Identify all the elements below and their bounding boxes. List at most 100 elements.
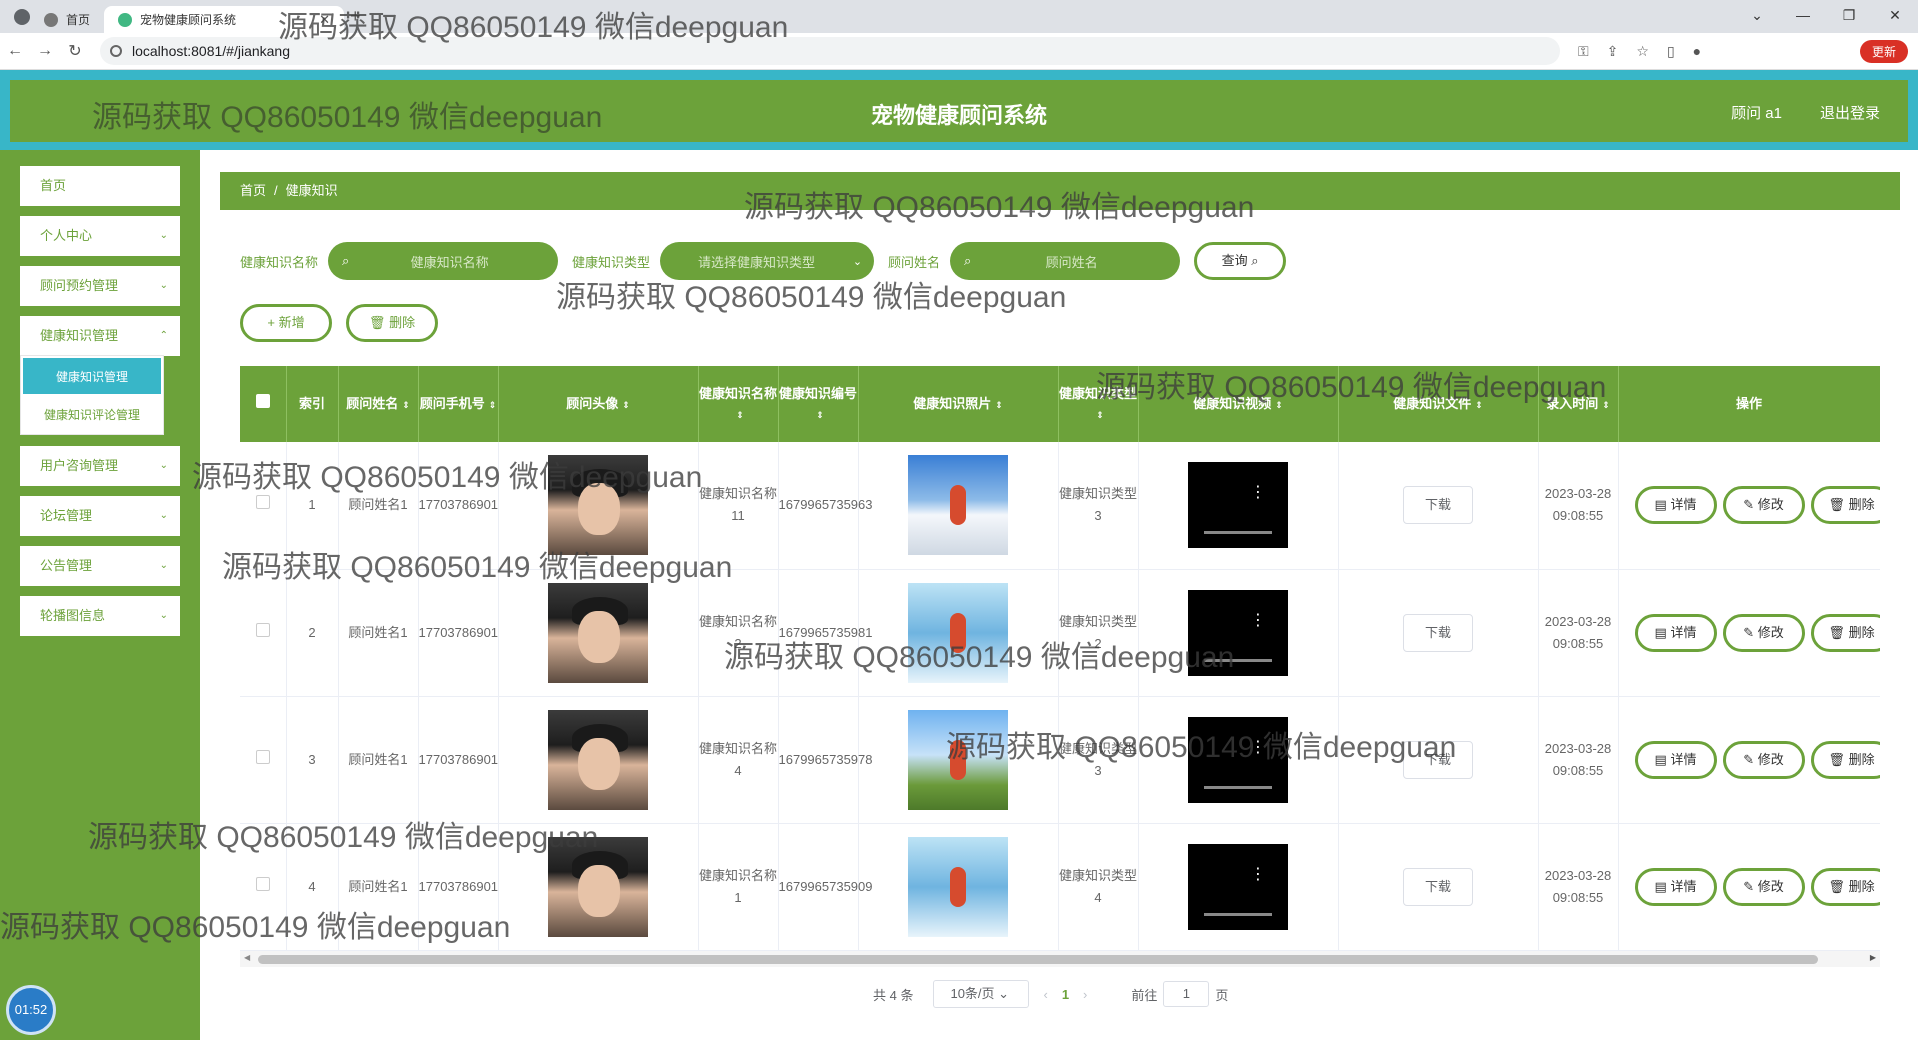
submenu-item-knowledge[interactable]: 健康知识管理 [23, 358, 161, 394]
row-delete-button[interactable]: 🗑 删除 [1810, 740, 1879, 779]
column-header[interactable]: 健康知识编号 ⇕ [778, 366, 859, 442]
column-header[interactable]: 顾问姓名 ⇕ [338, 366, 419, 442]
more-vertical-icon[interactable]: ⋮ [1250, 612, 1266, 628]
key-icon[interactable]: ⚿ [1578, 43, 1589, 60]
column-header[interactable]: 健康知识文件 ⇕ [1338, 366, 1539, 442]
sort-icon[interactable]: ⇕ [1475, 400, 1483, 410]
knowledge-photo[interactable] [908, 836, 1008, 937]
add-button[interactable]: + 新增 [240, 304, 332, 342]
sidepanel-icon[interactable]: ▯ [1667, 43, 1675, 60]
logout-link[interactable]: 退出登录 [1820, 102, 1880, 123]
delete-button[interactable]: 🗑 删除 [346, 304, 438, 342]
knowledge-photo[interactable] [908, 455, 1008, 556]
close-tab-icon[interactable]: ✕ [319, 12, 330, 28]
back-icon[interactable]: ← [0, 42, 30, 60]
sort-icon[interactable]: ⇕ [736, 410, 744, 420]
download-button[interactable]: 下载 [1403, 486, 1473, 525]
video-player[interactable]: ⋮ [1188, 462, 1288, 549]
row-checkbox[interactable] [255, 876, 270, 891]
detail-button[interactable]: ▤ 详情 [1634, 740, 1717, 779]
horizontal-scrollbar[interactable]: ◀ ▶ [240, 951, 1880, 967]
tab-search-icon[interactable]: ⌄ [1734, 0, 1780, 33]
current-page[interactable]: 1 [1062, 987, 1069, 1002]
column-header[interactable]: 健康知识类型 ⇕ [1058, 366, 1139, 442]
page-size-select[interactable]: 10条/页 ⌄ [933, 980, 1030, 1008]
column-header[interactable]: 顾问头像 ⇕ [498, 366, 699, 442]
breadcrumb-home[interactable]: 首页 [240, 183, 266, 198]
video-progress[interactable] [1204, 658, 1272, 662]
sort-icon[interactable]: ⇕ [1096, 410, 1104, 420]
column-header[interactable]: 健康知识视频 ⇕ [1138, 366, 1339, 442]
avatar[interactable] [548, 836, 648, 937]
share-icon[interactable]: ⇪ [1607, 43, 1619, 60]
more-vertical-icon[interactable]: ⋮ [1250, 739, 1266, 755]
row-checkbox[interactable] [255, 495, 270, 510]
type-select[interactable]: 请选择健康知识类型 ⌄ [660, 242, 875, 280]
url-input[interactable]: localhost:8081/#/jiankang [100, 37, 1560, 65]
user-label[interactable]: 顾问 a1 [1731, 102, 1782, 123]
browser-tab-second[interactable]: 首页 [30, 6, 104, 33]
row-delete-button[interactable]: 🗑 删除 [1810, 613, 1879, 652]
sort-icon[interactable]: ⇕ [995, 400, 1003, 410]
sidebar-item-forum[interactable]: 论坛管理 ⌄ [20, 496, 180, 536]
download-button[interactable]: 下载 [1403, 740, 1473, 779]
edit-button[interactable]: ✎ 修改 [1722, 740, 1805, 779]
row-checkbox[interactable] [255, 749, 270, 764]
sort-icon[interactable]: ⇕ [622, 400, 630, 410]
sidebar-item-notice[interactable]: 公告管理 ⌄ [20, 546, 180, 586]
scrollbar-thumb[interactable] [258, 955, 1818, 964]
video-progress[interactable] [1204, 531, 1272, 535]
browser-tab-active[interactable]: 宠物健康顾问系统 ✕ [104, 6, 345, 33]
forward-icon[interactable]: → [30, 42, 60, 60]
video-player[interactable]: ⋮ [1188, 716, 1288, 803]
name-search-input[interactable]: ⌕ 健康知识名称 [328, 242, 559, 280]
download-button[interactable]: 下载 [1403, 613, 1473, 652]
video-progress[interactable] [1204, 912, 1272, 916]
more-vertical-icon[interactable]: ⋮ [1250, 866, 1266, 882]
prev-page-icon[interactable]: ‹ [1043, 987, 1047, 1002]
sort-icon[interactable]: ⇕ [816, 410, 824, 420]
download-button[interactable]: 下载 [1403, 867, 1473, 906]
knowledge-photo[interactable] [908, 709, 1008, 810]
avatar[interactable] [548, 709, 648, 810]
sidebar-item-carousel[interactable]: 轮播图信息 ⌄ [20, 596, 180, 636]
sort-icon[interactable]: ⇕ [1275, 400, 1283, 410]
avatar[interactable] [548, 582, 648, 683]
edit-button[interactable]: ✎ 修改 [1722, 486, 1805, 525]
detail-button[interactable]: ▤ 详情 [1634, 613, 1717, 652]
bookmark-star-icon[interactable]: ☆ [1636, 43, 1649, 60]
column-header[interactable]: 录入时间 ⇕ [1538, 366, 1619, 442]
advisor-search-input[interactable]: ⌕ 顾问姓名 [950, 242, 1181, 280]
site-info-icon[interactable] [110, 45, 122, 57]
scroll-right-icon[interactable]: ▶ [1870, 953, 1876, 962]
sidebar-item-profile[interactable]: 个人中心 ⌄ [20, 216, 180, 256]
row-delete-button[interactable]: 🗑 删除 [1810, 486, 1879, 525]
select-all-checkbox[interactable] [255, 394, 270, 408]
new-tab-icon[interactable]: + [350, 6, 361, 27]
sidebar-item-consult[interactable]: 用户咨询管理 ⌄ [20, 446, 180, 486]
column-header[interactable]: 顾问手机号 ⇕ [418, 366, 499, 442]
goto-page-input[interactable]: 1 [1163, 981, 1210, 1007]
reload-icon[interactable]: ↻ [60, 41, 90, 61]
browser-menu-icon[interactable] [14, 8, 30, 25]
update-button[interactable]: 更新 [1859, 39, 1908, 63]
sidebar-item-knowledge[interactable]: 健康知识管理 ⌃ [20, 316, 180, 356]
avatar[interactable] [548, 455, 648, 556]
minimize-icon[interactable]: — [1780, 0, 1826, 33]
edit-button[interactable]: ✎ 修改 [1722, 613, 1805, 652]
sort-icon[interactable]: ⇕ [1602, 400, 1610, 410]
submenu-item-comments[interactable]: 健康知识评论管理 [21, 396, 163, 434]
sort-icon[interactable]: ⇕ [402, 400, 410, 410]
edit-button[interactable]: ✎ 修改 [1722, 867, 1805, 906]
sidebar-item-appointments[interactable]: 顾问预约管理 ⌄ [20, 266, 180, 306]
video-progress[interactable] [1204, 785, 1272, 789]
sort-icon[interactable]: ⇕ [489, 400, 497, 410]
column-header[interactable]: 健康知识名称 ⇕ [698, 366, 779, 442]
detail-button[interactable]: ▤ 详情 [1634, 486, 1717, 525]
detail-button[interactable]: ▤ 详情 [1634, 867, 1717, 906]
row-delete-button[interactable]: 🗑 删除 [1810, 867, 1879, 906]
next-page-icon[interactable]: › [1083, 987, 1087, 1002]
scroll-left-icon[interactable]: ◀ [244, 953, 250, 962]
sidebar-item-home[interactable]: 首页 [20, 166, 180, 206]
video-player[interactable]: ⋮ [1188, 589, 1288, 676]
